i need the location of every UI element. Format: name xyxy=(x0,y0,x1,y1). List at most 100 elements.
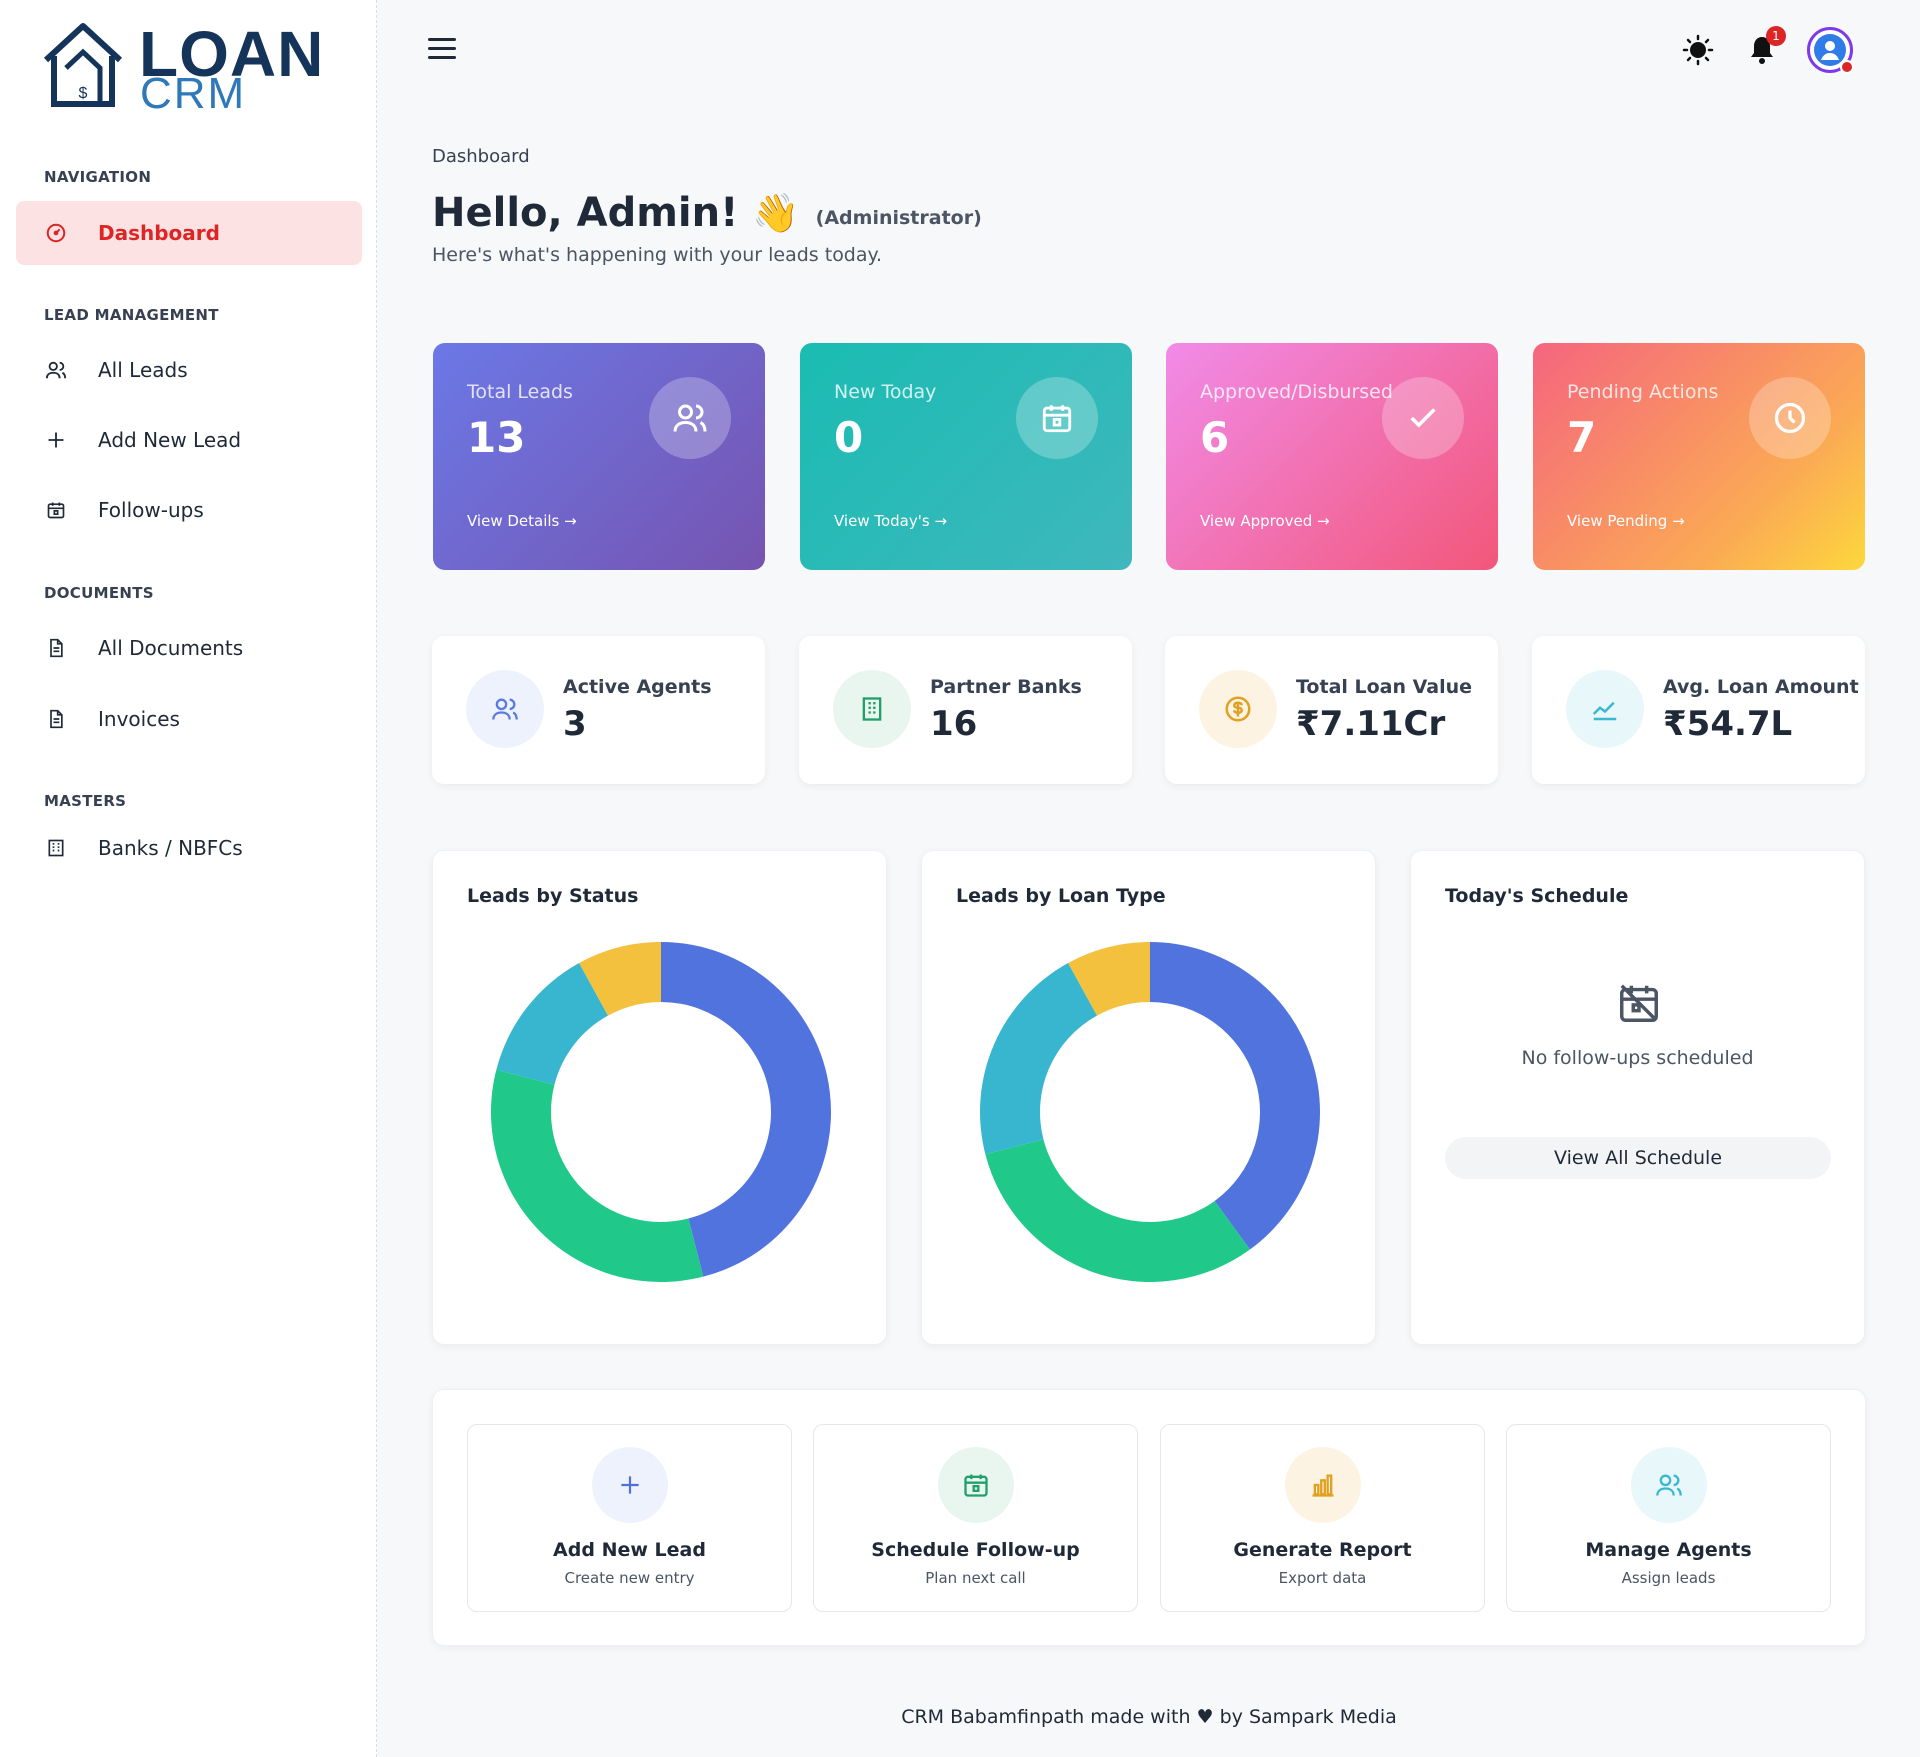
dashboard-gauge-icon xyxy=(44,221,68,245)
brand-sub: CRM xyxy=(140,69,247,118)
quick-action-title: Manage Agents xyxy=(1585,1539,1752,1561)
document-icon xyxy=(44,707,68,731)
quick-actions-panel: Add New Lead Create new entry Schedule F… xyxy=(432,1389,1866,1646)
quick-action-generate-report[interactable]: Generate Report Export data xyxy=(1160,1424,1485,1612)
calendar-icon xyxy=(937,1447,1014,1523)
sidebar-item-dashboard[interactable]: Dashboard xyxy=(16,201,362,265)
users-icon xyxy=(649,377,731,459)
sidebar-item-label: Invoices xyxy=(98,707,180,731)
wave-emoji-icon: 👋 xyxy=(752,190,800,235)
panel-title: Today's Schedule xyxy=(1445,885,1629,907)
view-all-schedule-button[interactable]: View All Schedule xyxy=(1445,1137,1831,1179)
footer-credit: CRM Babamfinpath made with ♥ by Sampark … xyxy=(901,1706,1397,1728)
quick-action-schedule-follow-up[interactable]: Schedule Follow-up Plan next call xyxy=(813,1424,1138,1612)
sidebar-item-label: Banks / NBFCs xyxy=(98,836,243,860)
users-icon xyxy=(466,670,544,748)
building-icon xyxy=(833,670,911,748)
kpi-card-approved[interactable]: Approved/Disbursed 6 View Approved → xyxy=(1166,343,1498,570)
kpi-title: Pending Actions xyxy=(1567,381,1719,403)
kpi-card-total-leads[interactable]: Total Leads 13 View Details → xyxy=(433,343,765,570)
svg-text:$: $ xyxy=(79,85,88,102)
kpi-value: 13 xyxy=(467,413,526,462)
quick-action-manage-agents[interactable]: Manage Agents Assign leads xyxy=(1506,1424,1831,1612)
users-icon xyxy=(44,358,68,382)
sidebar-item-label: Add New Lead xyxy=(98,428,242,452)
online-status-dot xyxy=(1840,60,1854,74)
kpi-title: Approved/Disbursed xyxy=(1200,381,1393,403)
rupee-coin-icon xyxy=(1199,670,1277,748)
stat-title: Total Loan Value xyxy=(1296,676,1473,698)
document-icon xyxy=(44,636,68,660)
trend-line-icon xyxy=(1566,670,1644,748)
sidebar-item-all-documents[interactable]: All Documents xyxy=(16,616,362,680)
kpi-link-view-details[interactable]: View Details → xyxy=(467,512,577,530)
clock-icon xyxy=(1749,377,1831,459)
nav-section-title: LEAD MANAGEMENT xyxy=(44,306,219,324)
quick-action-add-new-lead[interactable]: Add New Lead Create new entry xyxy=(467,1424,792,1612)
chart-title: Leads by Status xyxy=(467,885,639,907)
kpi-value: 7 xyxy=(1567,413,1597,462)
nav-section-title: DOCUMENTS xyxy=(44,584,154,602)
sidebar-item-banks-nbfcs[interactable]: Banks / NBFCs xyxy=(16,836,362,860)
quick-action-sub: Assign leads xyxy=(1621,1569,1716,1587)
sidebar-item-label: All Documents xyxy=(98,636,244,660)
quick-action-sub: Export data xyxy=(1278,1569,1367,1587)
logo[interactable]: $ LOAN CRM xyxy=(42,22,342,118)
quick-action-sub: Create new entry xyxy=(564,1569,695,1587)
stat-value: 16 xyxy=(930,704,978,744)
stat-card-avg-loan-amount: Avg. Loan Amount ₹54.7L xyxy=(1532,636,1865,784)
sidebar-item-all-leads[interactable]: All Leads xyxy=(16,338,362,402)
house-logo-icon: $ xyxy=(43,23,123,107)
kpi-link-view-today[interactable]: View Today's → xyxy=(834,512,947,530)
app-root: $ LOAN CRM NAVIGATION Dashboard LEAD MAN… xyxy=(0,0,1920,1757)
menu-icon xyxy=(428,38,456,41)
leads-by-loan-type-donut xyxy=(980,942,1320,1282)
leads-by-loan-type-panel: Leads by Loan Type xyxy=(921,850,1376,1345)
kpi-card-new-today[interactable]: New Today 0 View Today's → xyxy=(800,343,1132,570)
donut-slice[interactable] xyxy=(985,1139,1250,1282)
plus-icon xyxy=(44,428,68,452)
kpi-link-view-pending[interactable]: View Pending → xyxy=(1567,512,1685,530)
page-subtitle: Here's what's happening with your leads … xyxy=(432,244,883,266)
quick-action-title: Add New Lead xyxy=(553,1539,706,1561)
leads-by-status-panel: Leads by Status xyxy=(432,850,887,1345)
check-icon xyxy=(1382,377,1464,459)
sidebar-item-add-new-lead[interactable]: Add New Lead xyxy=(16,408,362,472)
sidebar-item-label: Follow-ups xyxy=(98,498,204,522)
donut-slice[interactable] xyxy=(1150,942,1320,1250)
users-icon xyxy=(1630,1447,1707,1523)
notification-badge: 1 xyxy=(1766,26,1786,46)
menu-icon-bar xyxy=(428,47,456,50)
bar-chart-icon xyxy=(1284,1447,1361,1523)
leads-by-status-donut xyxy=(491,942,832,1282)
stat-card-total-loan-value: Total Loan Value ₹7.11Cr xyxy=(1165,636,1498,784)
stat-value: 3 xyxy=(563,704,587,744)
todays-schedule-panel: Today's Schedule No follow-ups scheduled… xyxy=(1410,850,1865,1345)
sidebar-item-invoices[interactable]: Invoices xyxy=(16,687,362,751)
stat-value: ₹7.11Cr xyxy=(1296,704,1446,744)
role-label: (Administrator) xyxy=(815,207,982,229)
stat-title: Partner Banks xyxy=(930,676,1082,698)
stat-card-active-agents: Active Agents 3 xyxy=(432,636,765,784)
stat-title: Avg. Loan Amount xyxy=(1663,676,1859,698)
stat-card-partner-banks: Partner Banks 16 xyxy=(799,636,1132,784)
kpi-link-view-approved[interactable]: View Approved → xyxy=(1200,512,1330,530)
breadcrumb: Dashboard xyxy=(432,146,530,167)
nav-section-title: MASTERS xyxy=(44,792,127,810)
donut-slice[interactable] xyxy=(980,963,1098,1155)
sidebar-item-follow-ups[interactable]: Follow-ups xyxy=(16,478,362,542)
theme-toggle-button[interactable] xyxy=(1682,34,1714,70)
calendar-icon xyxy=(1016,377,1098,459)
sidebar: $ LOAN CRM NAVIGATION Dashboard LEAD MAN… xyxy=(0,0,377,1757)
kpi-title: Total Leads xyxy=(467,381,573,403)
quick-action-title: Generate Report xyxy=(1233,1539,1412,1561)
page-title: Hello, Admin! 👋 (Administrator) xyxy=(432,190,982,236)
donut-slice[interactable] xyxy=(491,1069,704,1282)
chart-title: Leads by Loan Type xyxy=(956,885,1166,907)
stat-value: ₹54.7L xyxy=(1663,704,1793,744)
kpi-card-pending[interactable]: Pending Actions 7 View Pending → xyxy=(1533,343,1865,570)
sidebar-scroll-clip: Banks / NBFCs xyxy=(16,836,362,860)
empty-state-text: No follow-ups scheduled xyxy=(1521,1047,1754,1069)
menu-toggle-button[interactable] xyxy=(428,38,456,64)
building-icon xyxy=(44,836,68,860)
